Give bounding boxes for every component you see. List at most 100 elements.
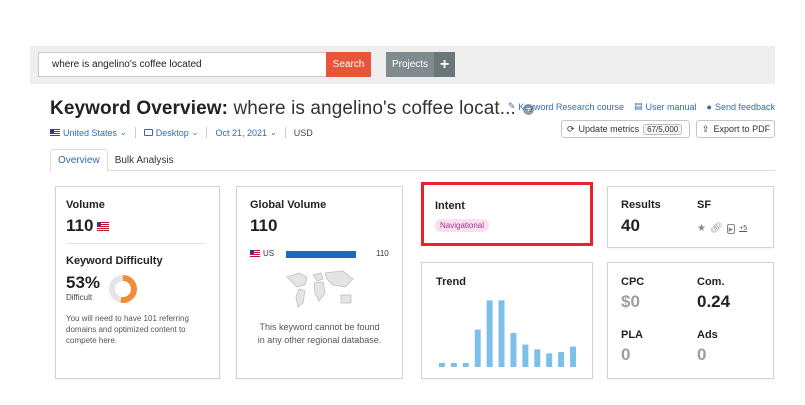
global-volume-label: Global Volume: [250, 199, 327, 211]
divider: [134, 127, 136, 138]
trend-bar: [522, 344, 529, 367]
export-pdf-button[interactable]: ⇪ Export to PDF: [696, 120, 775, 138]
pla-label: PLA: [621, 329, 643, 341]
sf-label: SF: [697, 199, 712, 211]
desktop-icon: [143, 129, 153, 136]
country-selector[interactable]: United States ⌄: [50, 128, 127, 138]
divider: [66, 243, 205, 244]
export-pdf-label: Export to PDF: [713, 124, 771, 134]
date-label: Oct 21, 2021: [215, 127, 268, 138]
keyword-difficulty-gauge: [109, 275, 137, 303]
device-selector[interactable]: Desktop ⌄: [143, 127, 199, 138]
send-feedback-label: Send feedback: [714, 101, 775, 112]
keyword-difficulty-text: Difficult: [66, 293, 93, 302]
volume-label: Volume: [66, 199, 105, 211]
trend-card: Trend: [421, 262, 593, 379]
trend-bar: [486, 300, 493, 367]
trend-bar: [510, 333, 517, 367]
trend-bar: [558, 352, 565, 367]
trend-chart: [438, 300, 577, 367]
update-metrics-button[interactable]: ⟳ Update metrics 67/5,000: [561, 120, 690, 138]
top-search-bar: Search Projects +: [30, 46, 775, 84]
serp-features: ★ 🔗︎ ▸ +5: [697, 223, 747, 234]
search-input[interactable]: [39, 53, 327, 76]
country-label: United States: [63, 127, 118, 138]
export-icon: ⇪: [702, 123, 710, 134]
keyword-research-course-label: Keyword Research course: [518, 101, 624, 112]
intent-badge: Navigational: [435, 219, 490, 232]
graduation-cap-icon: ✎: [507, 101, 516, 111]
trend-bar: [474, 329, 481, 367]
update-metrics-label: Update metrics: [578, 124, 640, 134]
trend-bar: [498, 300, 505, 367]
pla-value: 0: [621, 345, 631, 364]
sf-more-link[interactable]: +5: [739, 225, 747, 232]
us-flag-icon: [250, 250, 260, 257]
us-flag-icon: [97, 221, 110, 231]
chevron-down-icon: ⌄: [191, 128, 199, 137]
ads-label: Ads: [697, 329, 718, 341]
help-links: ✎ Keyword Research course ▤ User manual …: [508, 101, 775, 112]
trend-label: Trend: [436, 276, 466, 288]
device-label: Desktop: [155, 127, 189, 138]
page-title-prefix: Keyword Overview:: [50, 98, 229, 119]
chat-bubble-icon: ●: [706, 101, 712, 112]
search-button[interactable]: Search: [326, 52, 371, 77]
results-value: 40: [621, 216, 640, 235]
intent-label: Intent: [435, 200, 465, 212]
link-icon: 🔗︎: [709, 223, 723, 234]
search-box: Search: [38, 52, 371, 77]
date-selector[interactable]: Oct 21, 2021 ⌄: [215, 128, 276, 138]
projects-button[interactable]: Projects: [386, 52, 434, 77]
page-title-row: Keyword Overview: where is angelino's co…: [50, 97, 534, 121]
filters-row: United States ⌄ Desktop ⌄ Oct 21, 2021 ⌄…: [50, 127, 313, 138]
add-project-button[interactable]: +: [434, 52, 455, 77]
projects-control: Projects +: [386, 52, 455, 77]
world-map-icon: [286, 270, 354, 308]
country-volume-value: 110: [376, 249, 389, 258]
user-manual-link[interactable]: ▤ User manual: [634, 101, 697, 112]
keyword-research-course-link[interactable]: ✎ Keyword Research course: [508, 101, 624, 112]
global-volume-card: Global Volume 110 US 110 This keyword ca…: [236, 186, 403, 379]
volume-value: 110: [66, 216, 94, 235]
cpc-label: CPC: [621, 276, 645, 288]
competition-label: Com.: [697, 276, 725, 288]
volume-value-row: 110: [66, 216, 110, 236]
global-volume-note: This keyword cannot be found in any othe…: [237, 321, 402, 347]
tab-bulk-analysis[interactable]: Bulk Analysis: [108, 149, 181, 171]
intent-card: Intent Navigational: [421, 182, 593, 246]
video-icon: ▸: [726, 223, 736, 234]
us-flag-icon: [50, 129, 60, 136]
update-metrics-count: 67/5,000: [643, 123, 683, 135]
user-manual-label: User manual: [645, 101, 697, 112]
competition-value: 0.24: [697, 292, 731, 311]
global-volume-country: US: [250, 249, 274, 258]
gv-note-line: This keyword cannot be found: [259, 322, 380, 332]
trend-bar: [462, 362, 469, 367]
keyword-difficulty-label: Keyword Difficulty: [66, 255, 163, 267]
cpc-card: CPC $0 Com. 0.24 PLA 0 Ads 0: [607, 262, 774, 379]
divider: [284, 127, 286, 138]
country-volume-bar-fill: [286, 251, 356, 258]
chevron-down-icon: ⌄: [270, 128, 277, 137]
book-icon: ▤: [633, 101, 643, 111]
refresh-icon: ⟳: [567, 123, 575, 134]
trend-bar: [546, 353, 553, 367]
kd-note-line: compete here.: [66, 336, 118, 345]
tab-overview[interactable]: Overview: [50, 149, 108, 172]
results-label: Results: [621, 199, 661, 211]
cpc-value: $0: [621, 292, 640, 311]
trend-bar: [450, 362, 457, 367]
country-volume-bar: [286, 251, 356, 258]
volume-card: Volume 110 Keyword Difficulty 53% Diffic…: [55, 186, 220, 379]
keyword-difficulty-value: 53%: [66, 273, 101, 292]
kd-note-line: domains and optimized content to: [66, 325, 186, 334]
send-feedback-link[interactable]: ● Send feedback: [707, 101, 775, 112]
divider: [206, 127, 208, 138]
trend-bar: [438, 362, 445, 367]
ads-value: 0: [697, 345, 707, 364]
country-code: US: [263, 249, 275, 258]
page-title-keyword: where is angelino's coffee locat...: [233, 98, 516, 119]
chevron-down-icon: ⌄: [120, 128, 127, 137]
tab-bar: Overview Bulk Analysis: [50, 149, 775, 172]
